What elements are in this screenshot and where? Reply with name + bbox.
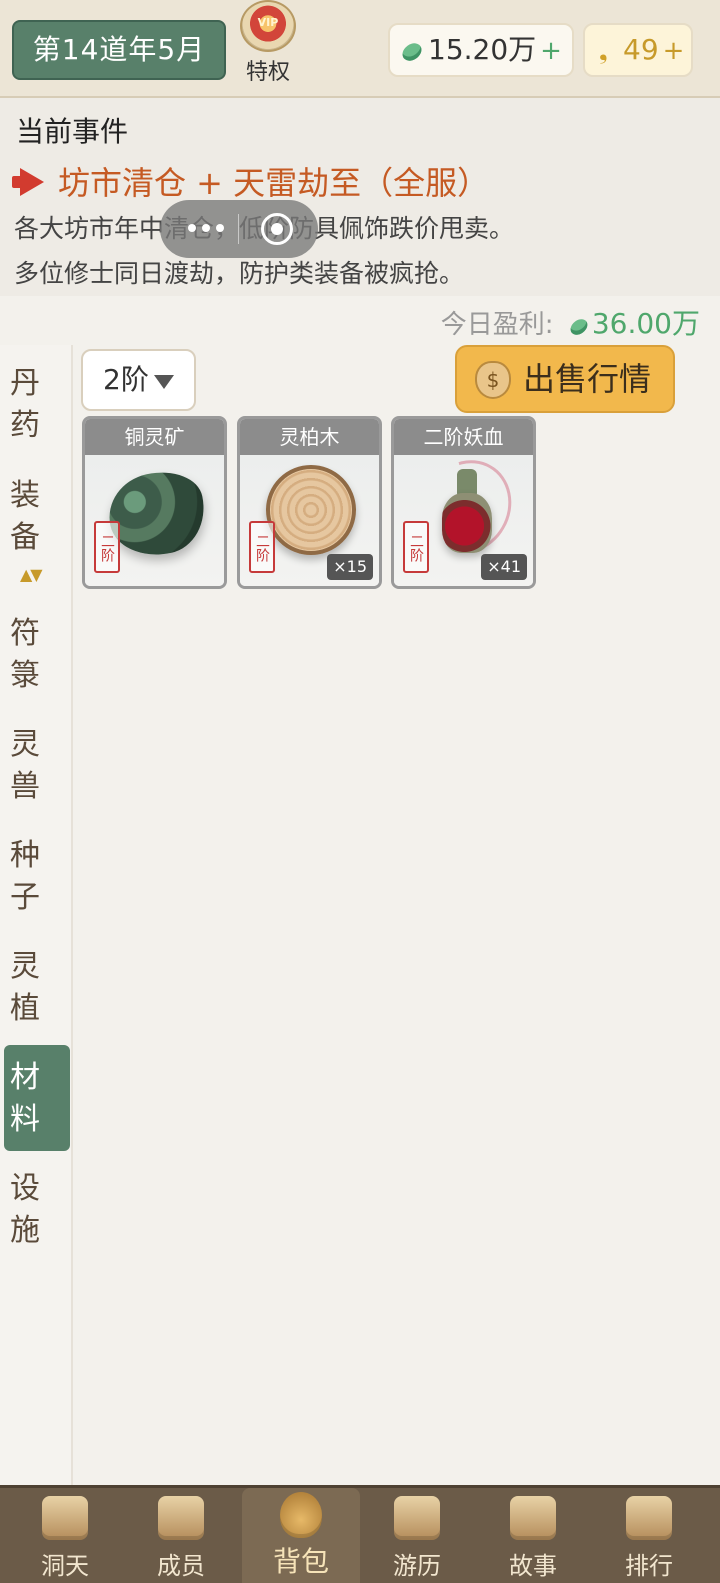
privilege-badge-text: VIP [257,16,279,29]
jade-stone-icon [567,315,590,339]
daily-profit: 今日盈利: 36.00万 [441,302,700,342]
top-header: 第14道年5月 VIP 特权 15.20万 + ❟ 49 + [0,0,720,98]
wood-log-icon [266,465,356,555]
privilege-button[interactable]: VIP 特权 [232,0,304,90]
item-card-copper-ore[interactable]: 铜灵矿 二阶 [82,416,227,589]
tier-dropdown[interactable]: 2阶 [81,349,196,411]
jade-stone-icon [399,39,425,65]
gold-currency-display[interactable]: ❟ 49 + [583,23,693,77]
category-equipment[interactable]: 装备 [4,475,70,559]
nav-bag[interactable]: 背包 [242,1488,360,1583]
category-label: 种子 [10,838,40,915]
sell-market-label: 出售行情 [523,360,652,398]
category-spirit-beast[interactable]: 灵兽 [4,724,70,808]
nav-cave[interactable]: 洞天 [6,1488,124,1583]
book-icon [510,1496,556,1540]
money-bag-icon: $ [475,361,511,399]
sort-arrows-icon[interactable]: ▲▼ [20,565,43,584]
item-name: 二阶妖血 [394,419,533,455]
sell-market-button[interactable]: $ 出售行情 [455,345,675,413]
jade-amount: 15.20万 [428,33,537,66]
privilege-label: 特权 [245,60,290,85]
potion-bottle-neck [457,469,477,495]
category-seeds[interactable]: 种子 [4,835,70,919]
bottom-navigation: 洞天 成员 背包 游历 故事 排行 [0,1485,720,1583]
gold-amount: 49 [623,33,659,66]
item-name: 灵柏木 [240,419,379,455]
event-headline-text: 坊市清仓 + 天雷劫至（全服） [58,164,490,202]
nav-label: 故事 [509,1552,557,1580]
item-image-area: 二阶 [85,455,224,586]
item-card-cypress-wood[interactable]: 灵柏木 二阶 ×15 [237,416,382,589]
tier-stamp: 二阶 [249,521,275,573]
category-label: 设施 [10,1171,40,1248]
daily-profit-value: 36.00万 [591,307,700,340]
more-options-icon[interactable] [188,222,228,236]
travel-icon [394,1496,440,1540]
jade-currency-display[interactable]: 15.20万 + [388,23,574,77]
item-image-area: 二阶 ×41 [394,443,533,586]
item-quantity: ×41 [481,554,527,580]
category-talisman[interactable]: 符箓 [4,613,70,697]
game-date-button[interactable]: 第14道年5月 [12,20,226,80]
nav-label: 洞天 [41,1552,89,1580]
nav-label: 排行 [625,1552,673,1580]
cave-icon [42,1496,88,1540]
close-mini-program-icon[interactable] [261,213,293,245]
capsule-divider [238,214,239,244]
item-image-area: 二阶 ×15 [240,455,379,586]
category-sidebar: 丹药 装备 符箓 灵兽 种子 灵植 材料 设施 [0,345,73,1485]
bag-icon [280,1492,322,1538]
category-elixir[interactable]: 丹药 [4,363,70,447]
category-label: 装备 [10,478,40,555]
nav-label: 游历 [393,1552,441,1580]
blood-potion-icon [442,493,492,553]
chevron-down-icon [154,375,174,389]
event-headline: 坊市清仓 + 天雷劫至（全服） [12,158,489,204]
ranking-icon [626,1496,672,1540]
nav-label: 成员 [157,1552,205,1580]
category-materials[interactable]: 材料 [4,1045,70,1151]
nav-ranking[interactable]: 排行 [590,1488,708,1583]
tier-stamp: 二阶 [94,521,120,573]
category-label: 灵兽 [10,727,40,804]
jade-add-button[interactable]: + [540,36,562,66]
item-card-demon-blood[interactable]: 二阶妖血 二阶 ×41 [391,416,536,589]
category-label: 丹药 [10,366,40,443]
mini-program-capsule [160,200,318,258]
privilege-badge-icon: VIP [240,0,296,52]
nav-travel[interactable]: 游历 [358,1488,476,1583]
megaphone-icon [12,168,48,196]
category-facilities[interactable]: 设施 [4,1168,70,1252]
tier-stamp: 二阶 [403,521,429,573]
gold-coin-icon: ❟ [599,40,608,65]
nav-stories[interactable]: 故事 [474,1488,592,1583]
nav-label: 背包 [272,1545,329,1578]
category-label: 灵植 [10,949,40,1026]
daily-profit-label: 今日盈利: [440,310,562,340]
tier-dropdown-value: 2阶 [103,363,149,396]
event-section-title: 当前事件 [16,115,129,148]
gold-add-button[interactable]: + [663,36,685,66]
event-description-line-2: 多位修士同日渡劫，防护类装备被疯抢。 [14,259,465,288]
nav-members[interactable]: 成员 [122,1488,240,1583]
item-quantity: ×15 [327,554,373,580]
category-spirit-plant[interactable]: 灵植 [4,946,70,1030]
item-name: 铜灵矿 [85,419,224,455]
category-label: 符箓 [10,616,40,693]
members-icon [158,1496,204,1540]
category-label: 材料 [10,1060,40,1137]
